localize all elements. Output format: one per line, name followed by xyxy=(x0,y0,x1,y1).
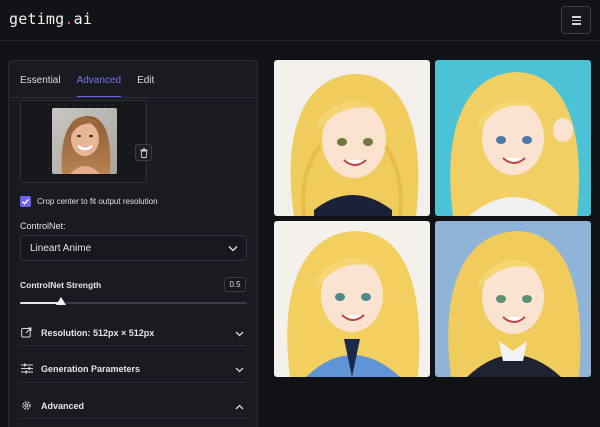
divider xyxy=(20,345,247,346)
generated-image[interactable] xyxy=(274,60,430,216)
controlnet-label: ControlNet: xyxy=(20,221,66,231)
generated-image[interactable] xyxy=(435,60,591,216)
advanced-section[interactable]: Advanced xyxy=(20,396,247,418)
generation-parameters-label: Generation Parameters xyxy=(41,364,141,374)
tab-essential[interactable]: Essential xyxy=(20,75,61,97)
crop-checkbox[interactable] xyxy=(20,195,31,207)
logo[interactable]: getimg.ai xyxy=(9,10,92,28)
crop-option[interactable]: Crop center to fit output resolution xyxy=(20,194,158,208)
tab-advanced[interactable]: Advanced xyxy=(76,75,122,97)
results-gallery xyxy=(274,60,591,377)
crop-label: Crop center to fit output resolution xyxy=(37,196,158,206)
strength-slider[interactable] xyxy=(20,297,247,305)
chevron-down-icon xyxy=(235,331,244,337)
controlnet-select[interactable]: Lineart Anime xyxy=(20,235,247,261)
image-dropzone[interactable] xyxy=(20,100,152,183)
resize-icon xyxy=(21,327,32,338)
generation-parameters-section[interactable]: Generation Parameters xyxy=(20,359,247,381)
chevron-down-icon xyxy=(228,246,238,252)
chevron-down-icon xyxy=(235,367,244,373)
tab-bar: Essential Advanced Edit xyxy=(20,75,154,97)
sliders-icon xyxy=(21,363,33,374)
reference-image xyxy=(52,108,117,174)
divider xyxy=(20,418,247,419)
generated-image[interactable] xyxy=(274,221,430,377)
strength-label: ControlNet Strength xyxy=(20,280,102,290)
resolution-label: Resolution: 512px × 512px xyxy=(41,328,155,338)
menu-button[interactable] xyxy=(561,6,591,34)
resolution-section[interactable]: Resolution: 512px × 512px xyxy=(20,323,247,345)
slider-fill xyxy=(20,302,61,304)
hamburger-icon xyxy=(572,16,581,25)
chevron-up-icon xyxy=(235,404,244,410)
trash-icon xyxy=(140,148,148,158)
settings-panel: Essential Advanced Edit Crop center to f… xyxy=(8,60,258,427)
generated-image[interactable] xyxy=(435,221,591,377)
controlnet-selected-value: Lineart Anime xyxy=(30,243,92,254)
top-bar: getimg.ai xyxy=(0,0,600,41)
advanced-label: Advanced xyxy=(41,401,85,411)
strength-value-input[interactable]: 0.5 xyxy=(224,277,246,292)
tab-edit[interactable]: Edit xyxy=(137,75,154,97)
gear-icon xyxy=(22,401,31,410)
slider-handle[interactable] xyxy=(55,297,66,305)
divider xyxy=(20,382,247,383)
delete-image-button[interactable] xyxy=(135,144,152,161)
checkmark-icon xyxy=(22,198,30,205)
divider xyxy=(9,97,257,98)
